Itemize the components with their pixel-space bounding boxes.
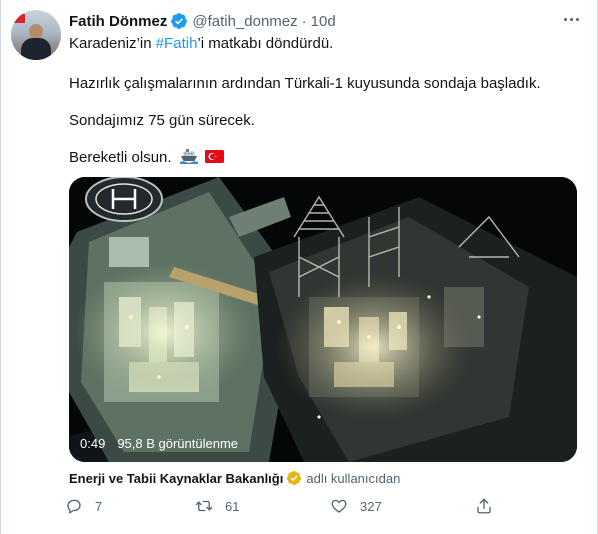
more-options-icon[interactable] xyxy=(557,8,585,30)
verified-badge-icon xyxy=(171,13,188,29)
avatar-body xyxy=(21,38,51,60)
attribution-org[interactable]: Enerji ve Tabii Kaynaklar Bakanlığı xyxy=(69,471,283,486)
reply-button[interactable]: 7 xyxy=(65,494,102,518)
attribution-via: adlı kullanıcıdan xyxy=(306,470,401,486)
tweet-action-bar: 7 61 327 xyxy=(65,494,505,518)
hashtag-link[interactable]: #Fatih xyxy=(156,35,198,52)
share-icon xyxy=(477,498,491,514)
tweet-text-line-2: Hazırlık çalışmalarının ardından Türkali… xyxy=(69,75,541,92)
heart-icon xyxy=(331,499,347,513)
tweet-card[interactable]: Fatih Dönmez @fatih_donmez · 10d Karaden… xyxy=(0,0,598,534)
tweet-text-line-1: Karadeniz’in #Fatih’i matkabı döndürdü. xyxy=(69,34,333,54)
like-count: 327 xyxy=(360,498,382,514)
avatar-head xyxy=(29,24,43,39)
tweet-text-line-4: Bereketli olsun. xyxy=(69,148,224,168)
author-handle[interactable]: @fatih_donmez xyxy=(192,13,297,30)
video-view-count: 95,8 B görüntülenme xyxy=(117,435,239,451)
tweet-text-line-3: Sondajımız 75 gün sürecek. xyxy=(69,112,255,129)
drilling-rig-video-frame xyxy=(69,177,577,462)
author-name[interactable]: Fatih Dönmez xyxy=(69,13,167,30)
like-button[interactable]: 327 xyxy=(330,494,382,518)
video-attribution: Enerji ve Tabii Kaynaklar Bakanlığı adlı… xyxy=(69,468,400,488)
share-button[interactable] xyxy=(475,494,505,518)
video-player[interactable]: 0:49 95,8 B görüntülenme xyxy=(69,177,577,462)
ship-emoji-icon xyxy=(179,149,198,164)
retweet-icon xyxy=(195,500,213,512)
tweet-text-prefix: Karadeniz’in xyxy=(69,35,156,52)
retweet-button[interactable]: 61 xyxy=(195,494,239,518)
tweet-text-closing: Bereketli olsun. xyxy=(69,149,172,166)
avatar-flag xyxy=(13,14,25,23)
tweet-timestamp[interactable]: 10d xyxy=(311,13,336,30)
turkey-flag-emoji-icon xyxy=(204,150,224,163)
tweet-header: Fatih Dönmez @fatih_donmez · 10d xyxy=(69,11,336,31)
video-duration: 0:49 xyxy=(80,435,106,451)
reply-count: 7 xyxy=(95,498,103,514)
author-avatar[interactable] xyxy=(11,10,61,60)
header-separator: · xyxy=(301,12,307,30)
video-stats-overlay: 0:49 95,8 B görüntülenme xyxy=(80,432,238,454)
reply-icon xyxy=(67,499,81,515)
tweet-text-suffix: ’i matkabı döndürdü. xyxy=(197,35,334,52)
gold-verified-badge-icon xyxy=(287,471,302,485)
retweet-count: 61 xyxy=(225,498,240,514)
